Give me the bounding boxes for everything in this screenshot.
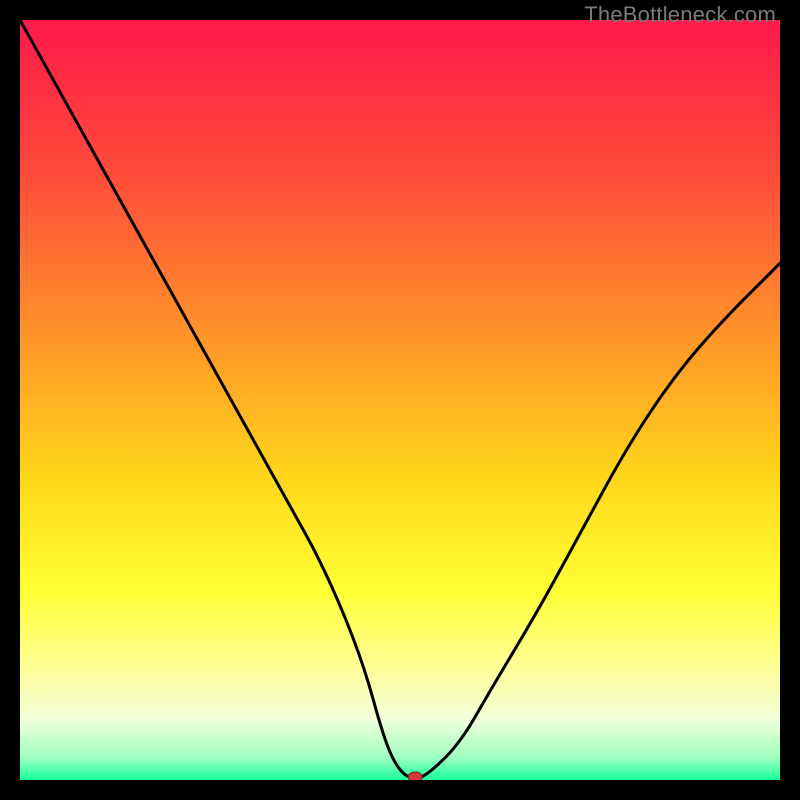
optimal-point-marker bbox=[408, 772, 422, 780]
chart-background bbox=[20, 20, 780, 780]
bottleneck-chart bbox=[20, 20, 780, 780]
chart-frame bbox=[20, 20, 780, 780]
watermark-label: TheBottleneck.com bbox=[584, 2, 776, 28]
